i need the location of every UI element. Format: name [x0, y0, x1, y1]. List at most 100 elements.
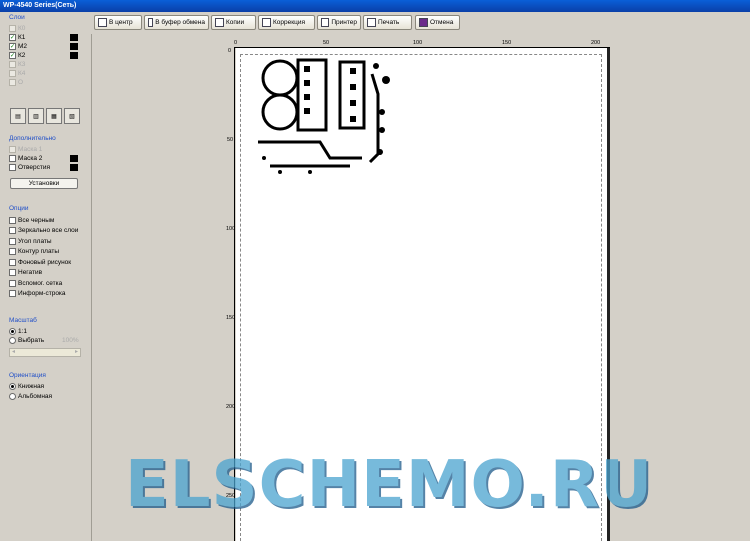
orientation-option[interactable]: Альбомная — [9, 392, 52, 401]
orientation-title: Ориентация — [9, 372, 46, 379]
slider-left-icon: ◂ — [12, 349, 16, 355]
layer-item: К3 — [9, 60, 25, 69]
scale-percent: 100% — [62, 337, 79, 344]
print-icon — [367, 18, 376, 27]
option-checkbox[interactable] — [9, 280, 16, 287]
printer-icon — [321, 18, 330, 27]
window-title: WP-4540 Series(Сеть) — [0, 0, 750, 12]
layer-view-button-1[interactable]: ▤ — [10, 108, 26, 124]
sidebar: Слои К0 ✓ К1 ✓ М2 ✓ К2 К3 К4 О ▤ ▥ ▦ ▧ Допо… — [0, 12, 90, 541]
layer-color-swatch[interactable] — [70, 34, 78, 41]
cancel-button[interactable]: Отмена — [415, 15, 460, 30]
setup-button[interactable]: Установки — [10, 178, 78, 189]
additional-title: Дополнительно — [9, 135, 56, 142]
layer-label: К4 — [18, 70, 26, 77]
cancel-button-label: Отмена — [430, 19, 454, 26]
option-item[interactable]: Вспомог. сетка — [9, 279, 62, 288]
clipboard-button[interactable]: В буфер обмена — [144, 15, 209, 30]
ruler-tick-label: 200 — [591, 40, 601, 46]
pcb-layout — [258, 58, 390, 174]
scale-option-label: Выбрать — [18, 337, 45, 344]
option-item[interactable]: Зеркально все слои — [9, 226, 78, 235]
scale-option-label: 1:1 — [18, 328, 28, 335]
cancel-icon — [419, 18, 428, 27]
additional-color-swatch[interactable] — [70, 155, 78, 162]
additional-label: Отверстия — [18, 164, 51, 171]
layer-color-swatch[interactable] — [70, 52, 78, 59]
layer-checkbox — [9, 25, 16, 32]
layer-label: О — [18, 79, 24, 86]
scale-radio[interactable] — [9, 328, 16, 335]
layer-item[interactable]: ✓ К2 — [9, 51, 25, 60]
layer-label: К1 — [18, 34, 26, 41]
option-label: Информ-строка — [18, 290, 66, 297]
layer-checkbox — [9, 79, 16, 86]
layer-item[interactable]: ✓ К1 — [9, 33, 25, 42]
layers-icon: ▤ — [15, 113, 21, 120]
copies-button-label: Копии — [226, 19, 245, 26]
option-item[interactable]: Фоновый рисунок — [9, 258, 71, 267]
correction-button[interactable]: Коррекция — [258, 15, 315, 30]
layer-view-button-4[interactable]: ▧ — [64, 108, 80, 124]
printer-button-label: Принтер — [331, 19, 357, 26]
clipboard-button-label: В буфер обмена — [155, 19, 205, 26]
option-checkbox[interactable] — [9, 217, 16, 224]
print-button[interactable]: Печать — [363, 15, 412, 30]
layer-checkbox[interactable]: ✓ — [9, 34, 16, 41]
option-label: Контур платы — [18, 248, 60, 255]
option-checkbox[interactable] — [9, 227, 16, 234]
ruler-tick-label: 100 — [413, 40, 423, 46]
layer-view-button-3[interactable]: ▦ — [46, 108, 62, 124]
layer-checkbox — [9, 61, 16, 68]
slider-right-icon: ▸ — [74, 349, 78, 355]
orientation-radio[interactable] — [9, 383, 16, 390]
printer-button[interactable]: Принтер — [317, 15, 361, 30]
option-checkbox[interactable] — [9, 269, 16, 276]
scale-radio[interactable] — [9, 337, 16, 344]
ruler-tick-label: 100 — [226, 226, 236, 232]
additional-item[interactable]: Отверстия — [9, 163, 50, 172]
additional-color-swatch[interactable] — [70, 164, 78, 171]
option-checkbox[interactable] — [9, 248, 16, 255]
center-button[interactable]: В центр — [94, 15, 142, 30]
orientation-option[interactable]: Книжная — [9, 382, 44, 391]
additional-label: Маска 2 — [18, 155, 43, 162]
layer-checkbox[interactable]: ✓ — [9, 43, 16, 50]
additional-checkbox[interactable] — [9, 164, 16, 171]
correction-icon — [262, 18, 271, 27]
center-icon — [98, 18, 107, 27]
option-checkbox[interactable] — [9, 238, 16, 245]
layers-title: Слои — [9, 14, 25, 21]
orientation-label: Альбомная — [18, 393, 53, 400]
option-item[interactable]: Угол платы — [9, 237, 52, 246]
additional-item: Маска 1 — [9, 145, 42, 154]
option-label: Все черным — [18, 217, 55, 224]
watermark: ELSCHEMO.RU — [125, 448, 654, 522]
layer-item: О — [9, 78, 23, 87]
option-item[interactable]: Информ-строка — [9, 289, 66, 298]
orientation-radio[interactable] — [9, 393, 16, 400]
ruler-tick-label: 0 — [228, 48, 232, 54]
additional-item[interactable]: Маска 2 — [9, 154, 42, 163]
additional-checkbox — [9, 146, 16, 153]
layer-label: К3 — [18, 61, 26, 68]
option-item[interactable]: Все черным — [9, 216, 54, 225]
scale-slider: ◂ ▸ — [9, 348, 81, 357]
scale-option[interactable]: 1:1 — [9, 327, 27, 336]
option-item[interactable]: Контур платы — [9, 247, 59, 256]
option-item[interactable]: Негатив — [9, 268, 42, 277]
layer-label: К2 — [18, 52, 26, 59]
layer-checkbox[interactable]: ✓ — [9, 52, 16, 59]
additional-checkbox[interactable] — [9, 155, 16, 162]
option-checkbox[interactable] — [9, 290, 16, 297]
option-label: Зеркально все слои — [18, 227, 79, 234]
option-checkbox[interactable] — [9, 259, 16, 266]
layer-color-swatch[interactable] — [70, 43, 78, 50]
layers-icon: ▥ — [33, 113, 39, 120]
layer-label: К0 — [18, 25, 26, 32]
layer-view-button-2[interactable]: ▥ — [28, 108, 44, 124]
scale-option[interactable]: Выбрать — [9, 336, 44, 345]
copies-button[interactable]: Копии — [211, 15, 256, 30]
layer-item[interactable]: ✓ М2 — [9, 42, 27, 51]
layer-label: М2 — [18, 43, 28, 50]
